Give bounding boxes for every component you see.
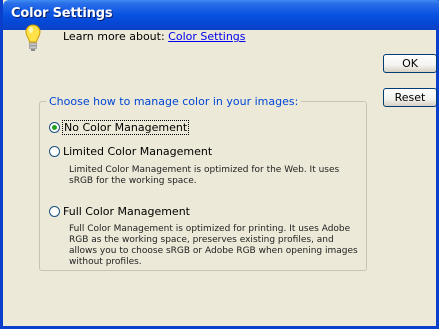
color-settings-help-link[interactable]: Color Settings — [168, 30, 245, 43]
radio-button[interactable] — [49, 146, 60, 157]
reset-button[interactable]: Reset — [383, 88, 437, 107]
radio-label[interactable]: Limited Color Management — [63, 145, 212, 158]
color-settings-dialog: Color Settings Learn more about: Color S… — [0, 0, 439, 329]
learn-more-prefix: Learn more about: — [63, 30, 169, 43]
radio-no-color-management[interactable]: No Color Management — [49, 120, 190, 135]
radio-button[interactable] — [49, 206, 60, 217]
radio-limited-color-management[interactable]: Limited Color Management — [49, 145, 212, 158]
learn-more-line: Learn more about: Color Settings — [63, 30, 246, 43]
radio-button-selected[interactable] — [49, 122, 60, 133]
group-label: Choose how to manage color in your image… — [46, 95, 302, 108]
limited-description: Limited Color Management is optimized fo… — [69, 165, 340, 186]
full-description: Full Color Management is optimized for p… — [69, 224, 358, 267]
ok-button[interactable]: OK — [383, 54, 437, 73]
title-bar[interactable]: Color Settings — [3, 0, 439, 30]
lightbulb-icon — [25, 24, 41, 51]
radio-label[interactable]: Full Color Management — [63, 205, 190, 218]
radio-full-color-management[interactable]: Full Color Management — [49, 205, 190, 218]
window-title: Color Settings — [11, 6, 113, 21]
radio-label[interactable]: No Color Management — [61, 120, 190, 135]
